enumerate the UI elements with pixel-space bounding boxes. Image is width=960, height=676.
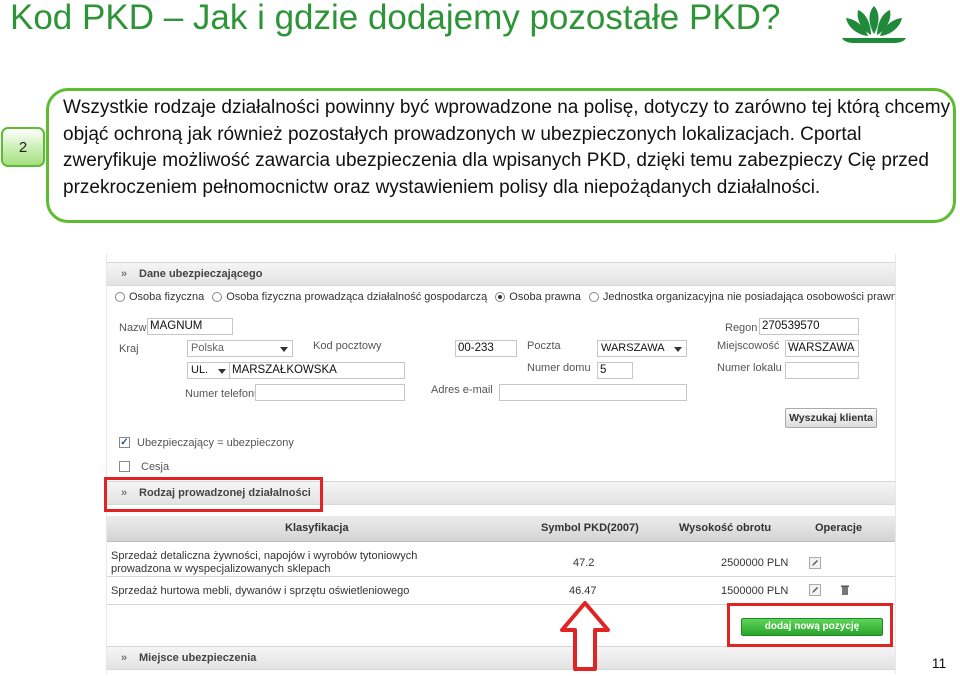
email-label: Adres e-mail [431, 384, 493, 396]
classification-cell: Sprzedaż hurtowa mebli, dywanów i sprzęt… [111, 585, 410, 597]
assignment-checkbox[interactable] [119, 461, 130, 472]
form-screenshot: » Dane ubezpieczającego Osoba fizyczna O… [106, 254, 896, 674]
section-header-activity[interactable]: » Rodzaj prowadzonej działalności [107, 481, 895, 505]
row-divider [107, 604, 895, 605]
info-callout: Wszystkie rodzaje działalności powinny b… [46, 88, 956, 223]
radio-selected-icon [495, 292, 506, 302]
regon-input[interactable]: 270539570 [759, 318, 859, 335]
turnover-cell: 2500000 PLN [721, 557, 789, 569]
turnover-cell: 1500000 PLN [721, 585, 789, 597]
search-client-button[interactable]: Wyszukaj klienta [785, 408, 877, 428]
radio-icon [588, 292, 599, 302]
chevron-down-icon [674, 347, 682, 352]
phone-label: Numer telefonu [185, 388, 261, 400]
post-office-select[interactable]: WARSZAWA [597, 340, 687, 357]
slide-title: Kod PKD – Jak i gdzie dodajemy pozostałe… [10, 0, 781, 37]
postal-code-input[interactable]: 00-233 [455, 340, 517, 357]
double-chevron-icon: » [121, 652, 128, 664]
email-input[interactable] [499, 384, 687, 401]
double-chevron-icon: » [121, 487, 128, 499]
post-office-label: Poczta [527, 340, 561, 352]
street-prefix-select[interactable]: UL. [187, 362, 231, 379]
house-number-label: Numer domu [527, 362, 591, 374]
pkd-cell: 47.2 [573, 557, 595, 569]
chevron-down-icon [218, 369, 226, 374]
column-header-turnover: Wysokość obrotu [679, 522, 772, 534]
arrow-up-icon [560, 601, 610, 671]
column-header-classification: Klasyfikacja [285, 522, 349, 534]
edit-icon[interactable] [809, 584, 821, 596]
row-divider [107, 576, 895, 577]
radio-natural-person-business[interactable]: Osoba fizyczna prowadząca działalność go… [212, 291, 487, 303]
radio-icon [212, 292, 223, 302]
country-label: Kraj [119, 343, 139, 355]
house-number-input[interactable]: 5 [597, 362, 633, 379]
add-new-item-button[interactable]: dodaj nową pozycję [741, 618, 883, 636]
city-label: Miejscowość [717, 340, 780, 352]
bank-logo-icon [842, 6, 906, 43]
section-title: Miejsce ubezpieczenia [139, 652, 257, 664]
insured-same-checkbox[interactable]: ✓ [119, 437, 130, 448]
section-header-insured[interactable]: » Dane ubezpieczającego [107, 262, 895, 286]
classification-cell: Sprzedaż detaliczna żywności, napojów i … [111, 550, 418, 575]
radio-legal-person[interactable]: Osoba prawna [495, 291, 581, 303]
step-number-badge: 2 [1, 127, 45, 167]
name-input[interactable]: MAGNUM [147, 318, 233, 335]
phone-input[interactable] [255, 384, 405, 401]
entity-type-radio-group: Osoba fizyczna Osoba fizyczna prowadząca… [115, 291, 895, 303]
radio-icon [115, 292, 125, 302]
column-header-pkd: Symbol PKD(2007) [541, 522, 639, 534]
double-chevron-icon: » [121, 268, 128, 280]
apartment-number-input[interactable] [785, 362, 859, 379]
radio-organizational-unit[interactable]: Jednostka organizacyjna nie posiadająca … [588, 291, 895, 303]
country-select[interactable]: Polska [187, 340, 293, 357]
assignment-label: Cesja [141, 461, 170, 473]
radio-natural-person[interactable]: Osoba fizyczna [115, 291, 204, 303]
apartment-number-label: Numer lokalu [717, 362, 782, 374]
pkd-cell: 46.47 [569, 585, 597, 597]
street-input[interactable]: MARSZAŁKOWSKA [229, 362, 405, 379]
activity-table-header: Klasyfikacja Symbol PKD(2007) Wysokość o… [107, 516, 895, 542]
section-header-location[interactable]: » Miejsce ubezpieczenia [107, 646, 895, 670]
city-input[interactable]: WARSZAWA [785, 340, 859, 357]
page-number: 11 [931, 655, 947, 671]
section-title: Dane ubezpieczającego [139, 268, 263, 280]
edit-icon[interactable] [809, 557, 821, 569]
regon-label: Regon [725, 322, 758, 334]
column-header-operations: Operacje [815, 522, 863, 534]
chevron-down-icon [280, 347, 288, 352]
insured-same-label: Ubezpieczający = ubezpieczony [137, 437, 294, 449]
trash-icon[interactable] [839, 584, 851, 596]
section-title: Rodzaj prowadzonej działalności [139, 487, 311, 499]
callout-text: Wszystkie rodzaje działalności powinny b… [63, 97, 951, 198]
postal-code-label: Kod pocztowy [313, 340, 382, 352]
